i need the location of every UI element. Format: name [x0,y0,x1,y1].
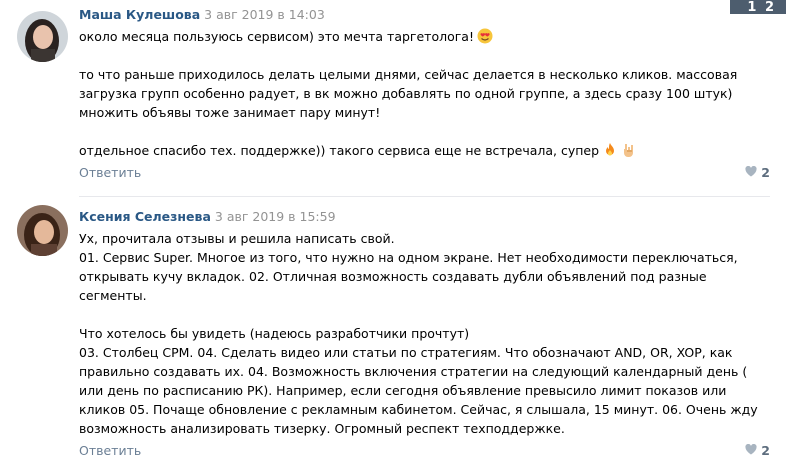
reply-button[interactable]: Ответить [79,443,141,458]
comment-line: отдельное спасибо тех. поддержке)) таког… [79,143,600,158]
heart-icon [745,165,757,180]
avatar[interactable] [17,205,68,256]
comment-line: 03. Столбец CPM. 04. Сделать видео или с… [79,345,758,436]
comment-line: то что раньше приходилось делать целыми … [79,67,738,120]
comment-date[interactable]: 3 авг 2019 в 14:03 [204,7,325,22]
like-button[interactable]: 2 [745,165,770,180]
like-count: 2 [761,443,770,458]
author-name[interactable]: Маша Кулешова [79,7,200,22]
heart-eyes-emoji-icon [477,28,493,44]
avatar[interactable] [17,11,68,62]
comment-line: около месяца пользуюсь сервисом) это меч… [79,29,474,44]
like-button[interactable]: 2 [745,443,770,458]
fire-emoji-icon [602,142,618,158]
comment-date[interactable]: 3 авг 2019 в 15:59 [215,209,336,224]
comment-line: Что хотелось бы увидеть (надеюсь разрабо… [79,326,470,341]
comment-line: Ух, прочитала отзывы и решила написать с… [79,231,395,246]
author-name[interactable]: Ксения Селезнева [79,209,211,224]
heart-icon [745,443,757,458]
comment-divider [79,196,770,197]
reply-button[interactable]: Ответить [79,165,141,180]
comment-text: Ух, прочитала отзывы и решила написать с… [79,229,770,438]
comment-line: 01. Сервис Super. Многое из того, что ну… [79,250,738,303]
like-count: 2 [761,165,770,180]
comment-text: около месяца пользуюсь сервисом) это меч… [79,27,770,160]
rock-hand-emoji-icon [621,142,637,158]
